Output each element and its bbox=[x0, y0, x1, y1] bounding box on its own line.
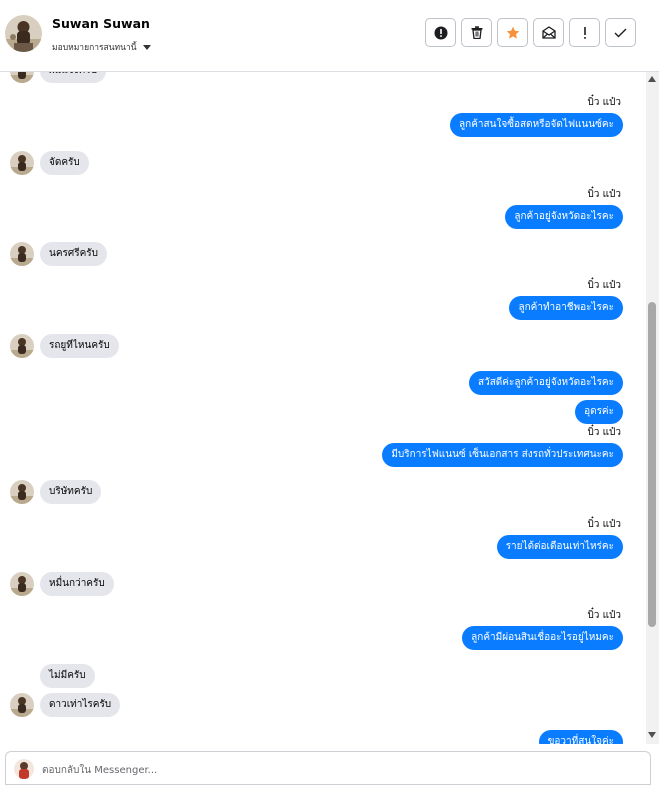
contact-name[interactable]: Suwan Suwan bbox=[52, 16, 150, 31]
sender-name: บิ๋ว แป๋ว bbox=[587, 610, 621, 621]
incoming-message[interactable]: ดาวเท่าไรครับ bbox=[40, 693, 121, 717]
incoming-message[interactable]: จัดครับ bbox=[40, 151, 89, 175]
incoming-message[interactable]: นครศรีครับ bbox=[40, 242, 108, 266]
delete-button[interactable] bbox=[461, 18, 492, 47]
outgoing-message[interactable]: สวัสดีค่ะลูกค้าอยู่จังหวัดอะไรคะ bbox=[468, 371, 623, 395]
follow-up-button[interactable] bbox=[569, 18, 600, 47]
contact-avatar-small bbox=[10, 480, 34, 504]
star-icon bbox=[506, 26, 519, 39]
contact-avatar-small bbox=[10, 334, 34, 358]
contact-avatar[interactable] bbox=[5, 15, 42, 52]
message-thread[interactable]: ผมแจ้งครับ บิ๋ว แป๋ว ลูกค้าสนใจซื้อสดหรื… bbox=[0, 72, 659, 744]
outgoing-message[interactable]: อุดรค่ะ bbox=[575, 400, 623, 424]
scrollbar-thumb[interactable] bbox=[648, 302, 656, 627]
scroll-down-arrow-icon[interactable] bbox=[648, 732, 656, 738]
contact-avatar-small bbox=[10, 242, 34, 266]
contact-avatar-small bbox=[10, 693, 34, 717]
chat-scrollbar[interactable] bbox=[646, 72, 659, 744]
exclamation-icon bbox=[583, 26, 586, 39]
sender-name: บิ๋ว แป๋ว bbox=[587, 97, 621, 108]
conversation-header: Suwan Suwan มอบหมายการสนทนานี้ bbox=[0, 0, 659, 72]
outgoing-message[interactable]: ลูกค้ามีผ่อนสินเชื่ออะไรอยู่ไหมคะ bbox=[462, 626, 623, 650]
outgoing-message[interactable]: ลูกค้าอยู่จังหวัดอะไรคะ bbox=[505, 205, 623, 229]
mark-unread-button[interactable] bbox=[533, 18, 564, 47]
incoming-message[interactable]: บริษัทครับ bbox=[40, 480, 102, 504]
sender-name: บิ๋ว แป๋ว bbox=[587, 280, 621, 291]
header-actions bbox=[425, 18, 636, 47]
sender-name: บิ๋ว แป๋ว bbox=[587, 519, 621, 530]
outgoing-message[interactable]: มีบริการไฟแนนซ์ เซ็นเอกสาร ส่งรถทั่วประเ… bbox=[382, 443, 623, 467]
contact-avatar-small bbox=[10, 151, 34, 175]
reply-input[interactable] bbox=[42, 760, 632, 780]
assign-label: มอบหมายการสนทนานี้ bbox=[52, 43, 137, 53]
page-avatar bbox=[14, 759, 34, 779]
check-icon bbox=[614, 28, 627, 37]
mark-spam-button[interactable] bbox=[425, 18, 456, 47]
outgoing-message[interactable]: ขอวาที่สนใจค่ะ bbox=[538, 730, 623, 744]
reply-composer bbox=[5, 751, 651, 785]
incoming-message[interactable]: ไม่มีครับ bbox=[40, 664, 95, 688]
outgoing-message[interactable]: ลูกค้าทำอาชีพอะไรคะ bbox=[509, 296, 623, 320]
trash-icon bbox=[471, 26, 482, 39]
contact-avatar-small bbox=[10, 72, 34, 83]
scroll-up-arrow-icon[interactable] bbox=[648, 76, 656, 82]
done-button[interactable] bbox=[605, 18, 636, 47]
incoming-message[interactable]: หมื่นกว่าครับ bbox=[40, 572, 114, 596]
exclamation-circle-icon bbox=[434, 26, 447, 39]
contact-avatar-small bbox=[10, 572, 34, 596]
envelope-icon bbox=[541, 26, 556, 39]
star-button[interactable] bbox=[497, 18, 528, 47]
incoming-message[interactable]: ผมแจ้งครับ bbox=[40, 72, 107, 83]
outgoing-message[interactable]: รายได้ต่อเดือนเท่าไหร่คะ bbox=[496, 535, 623, 559]
assign-conversation-dropdown[interactable]: มอบหมายการสนทนานี้ bbox=[52, 40, 151, 54]
incoming-message[interactable]: รถยูทีไหนครับ bbox=[40, 334, 119, 358]
caret-down-icon bbox=[142, 44, 151, 50]
sender-name: บิ๋ว แป๋ว bbox=[587, 427, 621, 438]
sender-name: บิ๋ว แป๋ว bbox=[587, 189, 621, 200]
outgoing-message[interactable]: ลูกค้าสนใจซื้อสดหรือจัดไฟแนนซ์คะ bbox=[450, 113, 623, 137]
